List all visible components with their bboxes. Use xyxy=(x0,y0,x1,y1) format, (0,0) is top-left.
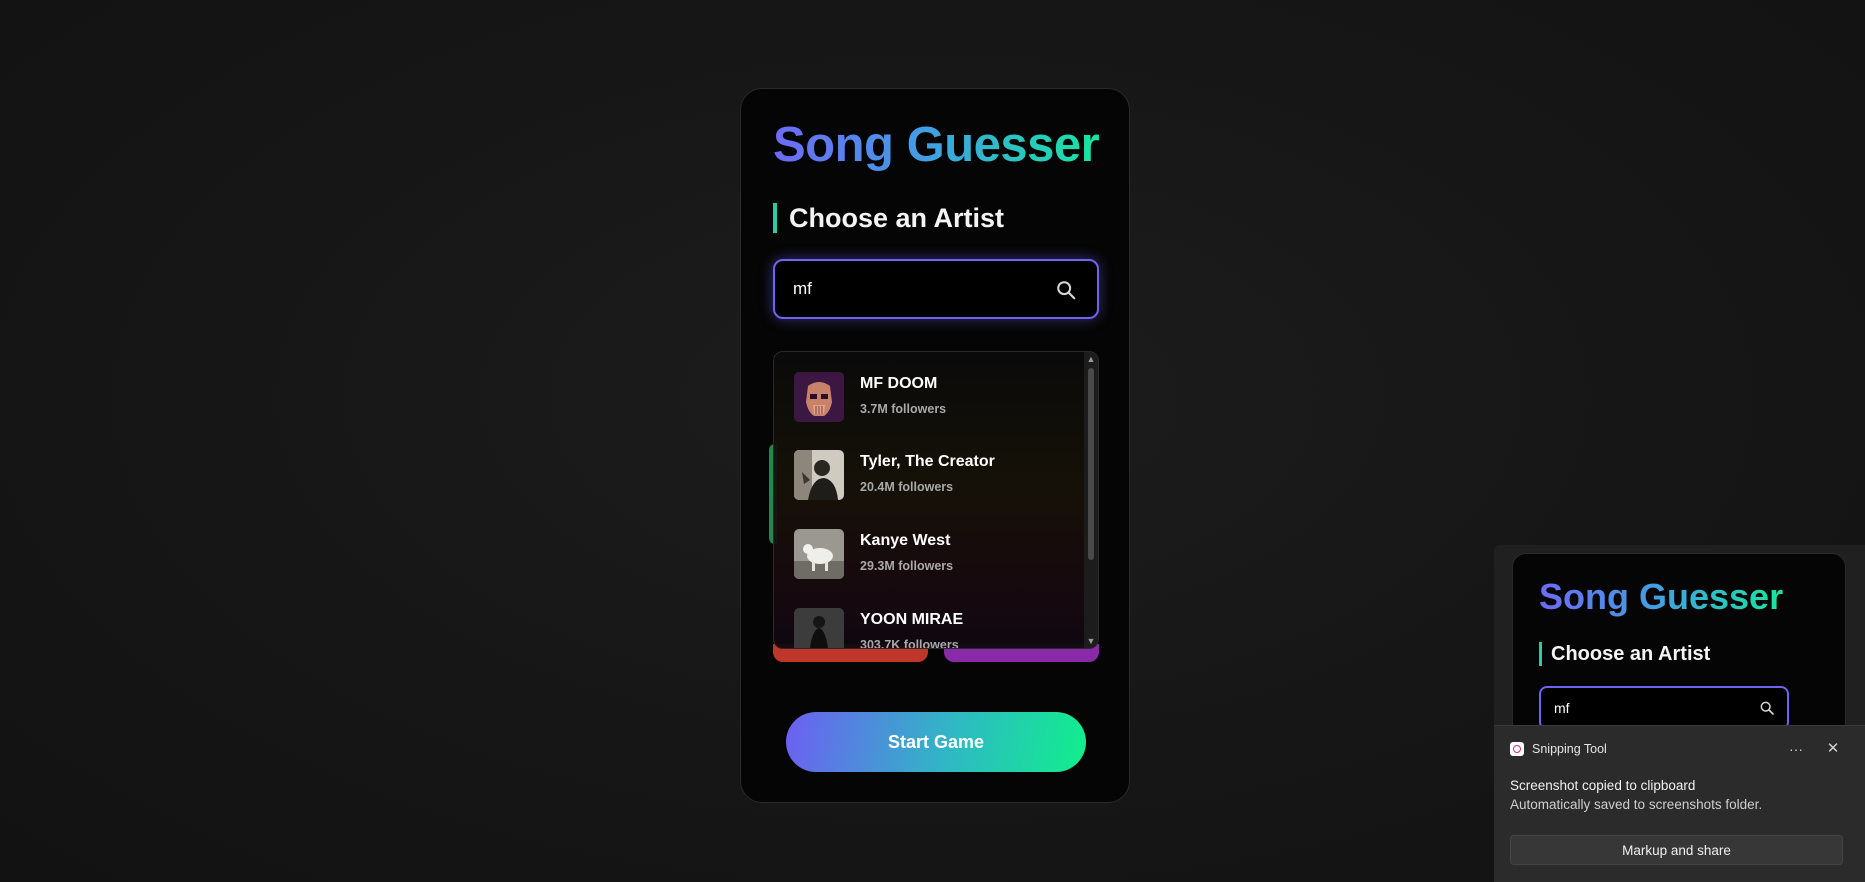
section-heading: Choose an Artist xyxy=(773,203,1004,233)
search-results-dropdown[interactable]: MF DOOM 3.7M followers Tyler, The Creato… xyxy=(773,351,1099,649)
search-icon xyxy=(1760,701,1774,715)
result-item-kanye-west[interactable]: Kanye West 29.3M followers xyxy=(794,529,1064,581)
scroll-up-arrow-icon[interactable]: ▲ xyxy=(1086,354,1096,364)
artist-search-input[interactable] xyxy=(793,277,1033,301)
artist-followers: 3.7M followers xyxy=(860,402,947,416)
close-icon[interactable]: ✕ xyxy=(1821,738,1845,760)
app-title: Song Guesser xyxy=(773,118,1100,172)
artist-avatar xyxy=(794,608,844,648)
artist-name: YOON MIRAE xyxy=(860,611,964,628)
preview-search-box: mf xyxy=(1539,686,1789,730)
result-item-tyler-the-creator[interactable]: Tyler, The Creator 20.4M followers xyxy=(794,450,1064,502)
preview-title: Song Guesser xyxy=(1539,576,1784,617)
start-game-button[interactable]: Start Game xyxy=(786,712,1086,772)
toast-subtext: Automatically saved to screenshots folde… xyxy=(1510,797,1763,812)
artist-followers: 303.7K followers xyxy=(860,638,959,649)
markup-and-share-button[interactable]: Markup and share xyxy=(1510,835,1843,865)
toast-app-name: Snipping Tool xyxy=(1532,742,1607,756)
artist-followers: 29.3M followers xyxy=(860,559,954,573)
snipping-tool-icon xyxy=(1510,742,1524,756)
preview-search-value: mf xyxy=(1554,700,1570,716)
more-options-icon[interactable]: ··· xyxy=(1784,738,1808,760)
artist-name: MF DOOM xyxy=(860,375,938,392)
artist-name: Kanye West xyxy=(860,532,951,549)
artist-avatar xyxy=(794,450,844,500)
artist-name: Tyler, The Creator xyxy=(860,453,995,470)
preview-section-heading: Choose an Artist xyxy=(1539,642,1710,666)
toast-heading: Screenshot copied to clipboard xyxy=(1510,778,1696,793)
song-guesser-card: Song Guesser Choose an Artist mf MF DOOM… xyxy=(740,88,1130,803)
dropdown-scrollbar[interactable]: ▲ ▼ xyxy=(1084,352,1098,648)
result-item-yoon-mirae[interactable]: YOON MIRAE 303.7K followers xyxy=(794,608,1064,649)
snipping-tool-notification[interactable]: Snipping Tool ··· ✕ Screenshot copied to… xyxy=(1494,725,1865,882)
artist-followers: 20.4M followers xyxy=(860,480,954,494)
search-icon[interactable] xyxy=(1055,279,1077,301)
toast-app-header: Snipping Tool xyxy=(1510,740,1607,758)
artist-avatar xyxy=(794,529,844,579)
scrollbar-thumb[interactable] xyxy=(1088,368,1094,560)
result-item-mf-doom[interactable]: MF DOOM 3.7M followers xyxy=(794,372,1064,424)
artist-search-box[interactable] xyxy=(773,259,1099,319)
artist-avatar xyxy=(794,372,844,422)
scroll-down-arrow-icon[interactable]: ▼ xyxy=(1086,636,1096,646)
